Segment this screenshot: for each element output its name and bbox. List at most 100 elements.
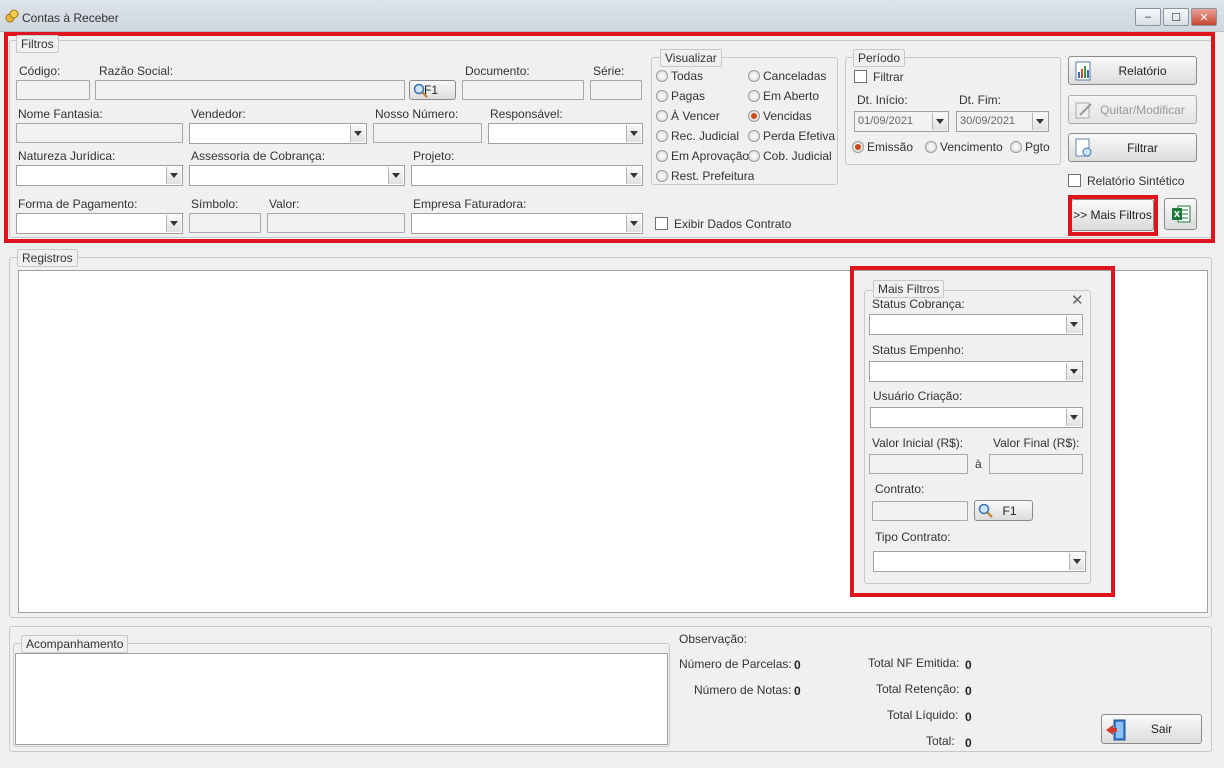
title-bar: Contas à Receber – ☐ ✕ (0, 0, 1224, 32)
periodo-legend: Período (853, 49, 906, 67)
close-button[interactable]: ✕ (1191, 8, 1217, 26)
chevron-down-icon[interactable] (626, 125, 641, 142)
documento-input[interactable] (462, 80, 584, 100)
valor-input[interactable] (267, 213, 405, 233)
chevron-down-icon[interactable] (166, 215, 181, 232)
filter-doc-icon (1075, 138, 1092, 157)
minimize-button[interactable]: – (1135, 8, 1161, 26)
visualizar-radio[interactable] (656, 90, 668, 102)
serie-input[interactable] (590, 80, 642, 100)
nome-fantasia-label: Nome Fantasia: (18, 107, 103, 121)
visualizar-option-label: À Vencer (671, 109, 720, 123)
visualizar-radio[interactable] (656, 150, 668, 162)
pgto-radio[interactable] (1010, 141, 1022, 153)
acompanhamento-legend: Acompanhamento (21, 635, 129, 653)
visualizar-radio[interactable] (748, 150, 760, 162)
acompanhamento-textarea[interactable] (15, 653, 668, 745)
natureza-combo[interactable] (16, 165, 183, 186)
visualizar-radio[interactable] (656, 130, 668, 142)
relatorio-sintetico-checkbox[interactable] (1068, 174, 1081, 187)
chevron-down-icon[interactable] (388, 167, 403, 184)
total-retencao-value: 0 (965, 684, 972, 698)
assessoria-label: Assessoria de Cobrança: (191, 149, 326, 163)
excel-export-button[interactable]: X (1164, 198, 1197, 230)
magnifier-icon (413, 83, 428, 98)
filtrar-button[interactable]: Filtrar (1068, 133, 1197, 162)
documento-label: Documento: (465, 64, 530, 78)
vencimento-radio[interactable] (925, 141, 937, 153)
total-liquido-label: Total Líquido: (887, 708, 959, 722)
visualizar-option-label: Rec. Judicial (671, 129, 740, 143)
relatorio-button[interactable]: Relatório (1068, 56, 1197, 85)
visualizar-option-label: Rest. Prefeitura (671, 169, 755, 183)
codigo-input[interactable] (16, 80, 90, 100)
sair-label: Sair (1150, 722, 1173, 736)
vendedor-combo[interactable] (189, 123, 367, 144)
visualizar-option-label: Todas (671, 69, 704, 83)
total-retencao-label: Total Retenção: (876, 682, 960, 696)
excel-icon: X (1171, 205, 1190, 223)
visualizar-option-label: Em Aprovação (671, 149, 750, 163)
visualizar-radio[interactable] (748, 130, 760, 142)
nosso-numero-label: Nosso Número: (375, 107, 459, 121)
registros-legend: Registros (17, 249, 78, 267)
codigo-label: Código: (19, 64, 61, 78)
visualizar-radio[interactable] (748, 110, 760, 122)
simbolo-input[interactable] (189, 213, 261, 233)
dt-inicio-picker[interactable]: 01/09/2021 (854, 111, 949, 132)
chevron-down-icon[interactable] (350, 125, 365, 142)
num-parcelas-value: 0 (794, 658, 801, 672)
filtros-legend: Filtros (16, 35, 59, 53)
emissao-label: Emissão (867, 140, 914, 154)
assessoria-combo[interactable] (189, 165, 405, 186)
sair-button[interactable]: Sair (1101, 714, 1202, 744)
dt-fim-value: 30/09/2021 (960, 115, 1016, 127)
chevron-down-icon[interactable] (1032, 113, 1047, 130)
filtrar-label: Filtrar (1127, 140, 1158, 155)
chevron-down-icon[interactable] (166, 167, 181, 184)
exibir-contrato-checkbox[interactable] (655, 217, 668, 230)
observacao-label: Observação: (679, 632, 748, 646)
total-nf-label: Total NF Emitida: (868, 656, 960, 670)
mais-filtros-panel-highlight (850, 266, 1115, 597)
visualizar-option-label: Canceladas (763, 69, 827, 83)
forma-pagamento-combo[interactable] (16, 213, 183, 234)
visualizar-radio[interactable] (656, 70, 668, 82)
num-parcelas-label: Número de Parcelas: (679, 657, 792, 671)
visualizar-option-label: Vencidas (763, 109, 812, 123)
razao-social-input[interactable] (95, 80, 405, 100)
dt-fim-picker[interactable]: 30/09/2021 (956, 111, 1049, 132)
visualizar-option-label: Cob. Judicial (763, 149, 832, 163)
visualizar-radio[interactable] (748, 70, 760, 82)
projeto-combo[interactable] (411, 165, 643, 186)
total-value: 0 (965, 736, 972, 750)
maximize-button[interactable]: ☐ (1163, 8, 1189, 26)
vencimento-label: Vencimento (940, 140, 1003, 154)
total-label: Total: (926, 734, 955, 748)
visualizar-radio[interactable] (656, 170, 668, 182)
vendedor-label: Vendedor: (191, 107, 246, 121)
relatorio-sintetico-label: Relatório Sintético (1087, 174, 1185, 188)
dt-inicio-value: 01/09/2021 (858, 115, 914, 127)
nome-fantasia-input[interactable] (16, 123, 183, 143)
chevron-down-icon[interactable] (932, 113, 947, 130)
quitar-modificar-button[interactable]: Quitar/Modificar (1068, 95, 1197, 124)
razao-social-search-button[interactable]: F1 (409, 80, 456, 100)
chevron-down-icon[interactable] (626, 167, 641, 184)
periodo-filtrar-checkbox[interactable] (854, 70, 867, 83)
edit-icon (1075, 102, 1092, 119)
exit-door-icon (1106, 719, 1126, 741)
natureza-label: Natureza Jurídica: (18, 149, 116, 163)
visualizar-option-label: Perda Efetiva (763, 129, 836, 143)
dt-fim-label: Dt. Fim: (959, 93, 1001, 107)
forma-pagamento-label: Forma de Pagamento: (18, 197, 138, 211)
responsavel-label: Responsável: (490, 107, 563, 121)
visualizar-radio[interactable] (748, 90, 760, 102)
responsavel-combo[interactable] (488, 123, 643, 144)
chevron-down-icon[interactable] (626, 215, 641, 232)
quitar-modificar-label: Quitar/Modificar (1100, 102, 1185, 117)
visualizar-radio[interactable] (656, 110, 668, 122)
empresa-combo[interactable] (411, 213, 643, 234)
nosso-numero-input[interactable] (373, 123, 482, 143)
emissao-radio[interactable] (852, 141, 864, 153)
